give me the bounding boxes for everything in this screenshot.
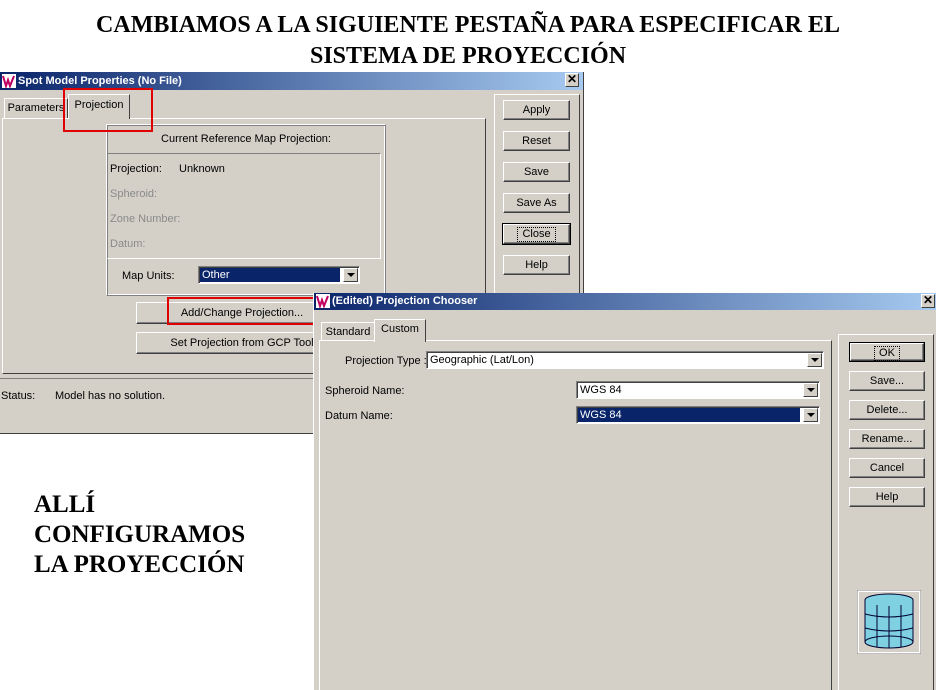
chooser-window-titlebar[interactable]: (Edited) Projection Chooser ✕ — [314, 293, 936, 310]
heading-line-2: SISTEMA DE PROYECCIÓN — [309, 43, 627, 69]
tab-custom[interactable]: Custom — [374, 319, 426, 342]
projection-type-select[interactable]: Geographic (Lat/Lon) — [426, 351, 824, 369]
chooser-help-button[interactable]: Help — [849, 487, 925, 507]
status-value: Model has no solution. — [55, 390, 166, 402]
globe-grid-icon — [857, 590, 921, 654]
delete-button[interactable]: Delete... — [849, 400, 925, 420]
ok-button[interactable]: OK — [849, 342, 925, 362]
datum-name-label: Datum Name: — [325, 410, 393, 422]
close-icon[interactable]: ✕ — [565, 73, 579, 87]
chooser-window-title: (Edited) Projection Chooser — [332, 295, 478, 307]
rename-button[interactable]: Rename... — [849, 429, 925, 449]
app-logo-icon — [316, 294, 330, 308]
heading-line-1: CAMBIAMOS A LA SIGUIENTE PESTAÑA PARA ES… — [96, 12, 840, 38]
map-units-select[interactable]: Other — [198, 266, 360, 284]
chooser-save-button[interactable]: Save... — [849, 371, 925, 391]
side-note: ALLÍ CONFIGURAMOS LA PROYECCIÓN — [34, 490, 245, 580]
projection-label: Projection: — [110, 163, 162, 175]
close-button[interactable]: Close — [502, 223, 571, 245]
tab-projection[interactable]: Projection — [68, 94, 130, 119]
spheroid-name-label: Spheroid Name: — [325, 385, 405, 397]
apply-button[interactable]: Apply — [503, 100, 570, 120]
map-units-label: Map Units: — [122, 270, 175, 282]
projection-type-label: Projection Type : — [345, 355, 427, 367]
group-title: Current Reference Map Projection: — [161, 133, 331, 145]
help-button[interactable]: Help — [503, 255, 570, 275]
close-button-label: Close — [517, 227, 556, 242]
tab-standard[interactable]: Standard — [321, 322, 375, 341]
status-label: Status: — [1, 390, 36, 402]
close-icon[interactable]: ✕ — [921, 294, 935, 308]
spheroid-label: Spheroid: — [110, 188, 158, 200]
dropdown-arrow-icon[interactable] — [803, 408, 818, 422]
tab-parameters[interactable]: Parameters — [4, 98, 68, 118]
datum-label: Datum: — [110, 238, 146, 250]
dropdown-arrow-icon[interactable] — [803, 383, 818, 397]
projection-value: Unknown — [179, 163, 225, 175]
side-note-line-3: LA PROYECCIÓN — [34, 551, 245, 578]
side-note-line-1: ALLÍ — [34, 491, 96, 518]
datum-name-select[interactable]: WGS 84 — [576, 406, 820, 424]
cancel-button[interactable]: Cancel — [849, 458, 925, 478]
datum-name-value: WGS 84 — [578, 408, 800, 422]
save-as-button[interactable]: Save As — [503, 193, 570, 213]
dropdown-arrow-icon[interactable] — [807, 353, 822, 367]
side-note-line-2: CONFIGURAMOS — [34, 521, 246, 548]
reset-button[interactable]: Reset — [503, 131, 570, 151]
map-units-value: Other — [200, 268, 340, 282]
save-button[interactable]: Save — [503, 162, 570, 182]
dropdown-arrow-icon[interactable] — [343, 268, 358, 282]
spheroid-name-select[interactable]: WGS 84 — [576, 381, 820, 399]
add-change-highlight — [167, 297, 317, 325]
spheroid-name-value: WGS 84 — [580, 384, 622, 396]
projection-type-value: Geographic (Lat/Lon) — [430, 354, 534, 366]
app-logo-icon — [2, 74, 16, 88]
zone-number-label: Zone Number: — [110, 213, 181, 225]
projection-chooser-window: (Edited) Projection Chooser ✕ Standard C… — [313, 293, 936, 690]
ok-button-label: OK — [874, 346, 900, 361]
